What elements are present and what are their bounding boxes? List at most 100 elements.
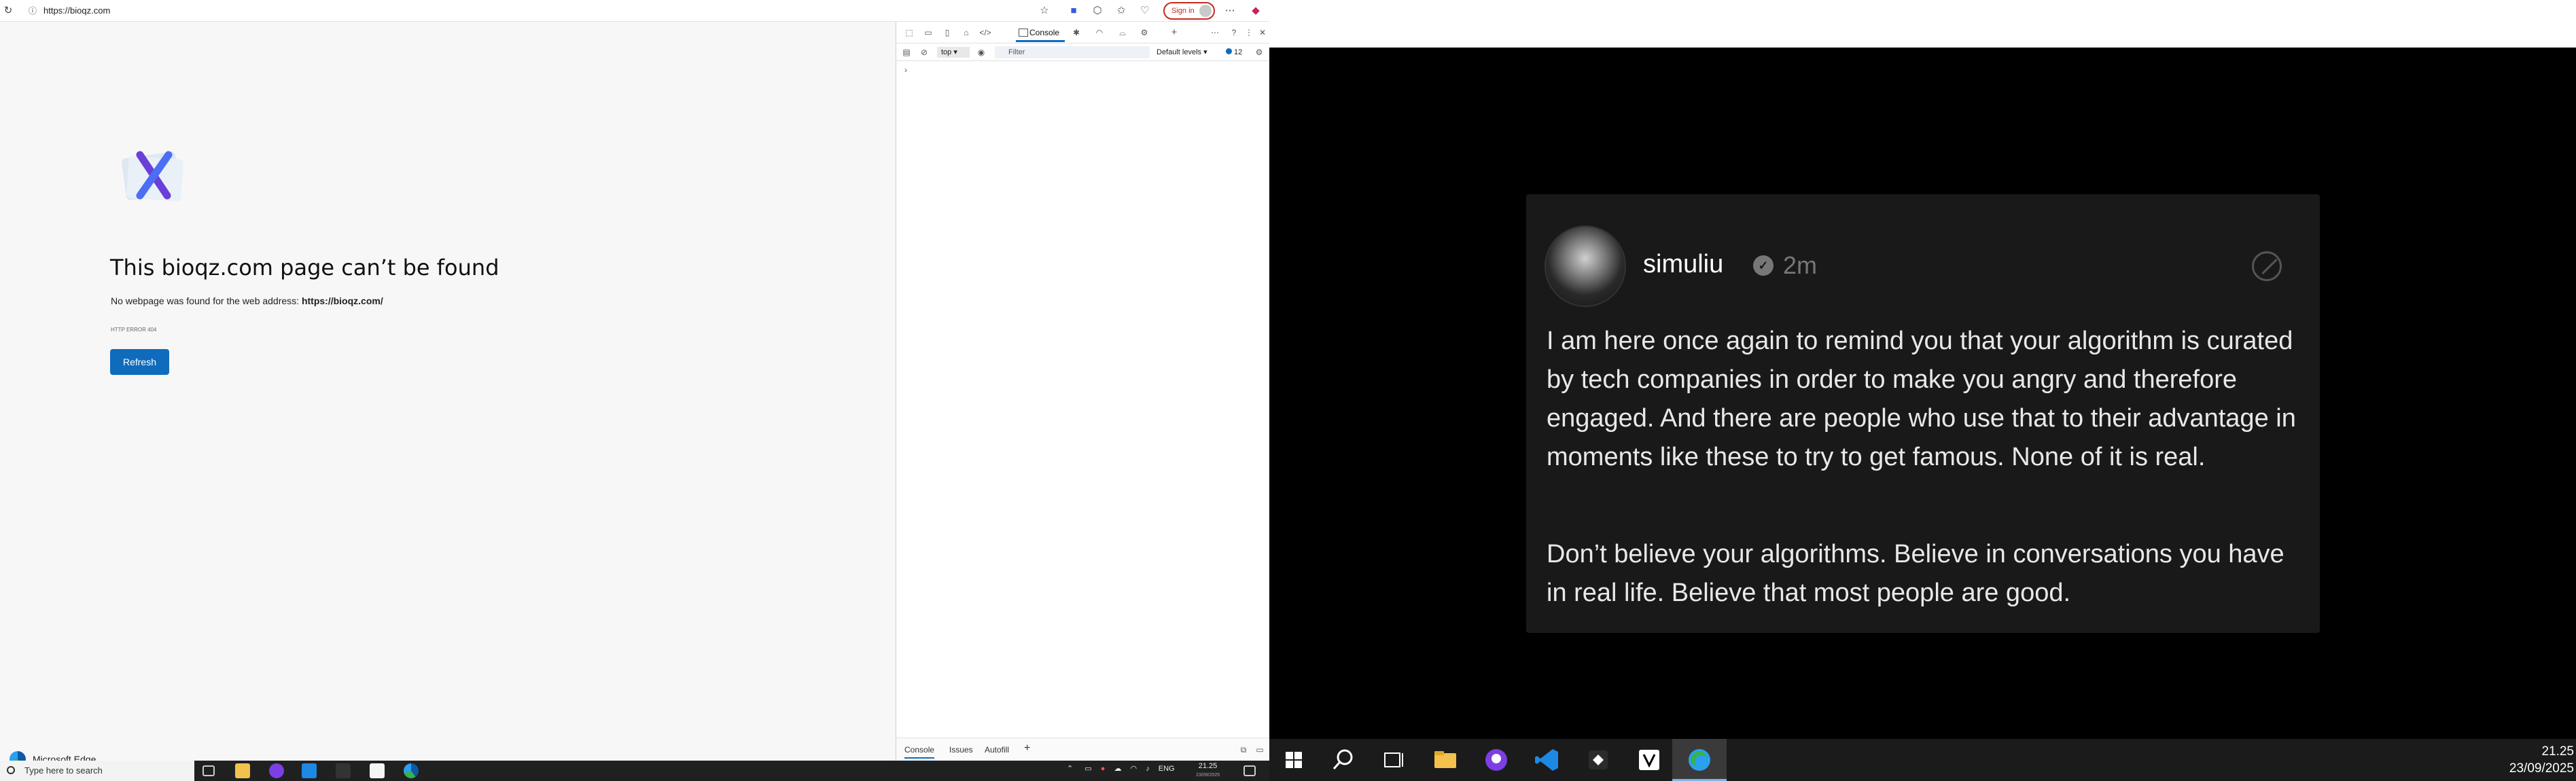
context-value: top [941, 48, 952, 56]
right-monitor: simuliu ✓ 2m I am here once again to rem… [1269, 0, 2576, 781]
vscode-icon[interactable] [302, 763, 317, 778]
avatar[interactable] [1545, 225, 1626, 307]
error-page: This bioqz.com page can’t be found No we… [0, 22, 896, 767]
inspect-icon[interactable]: ⬚ [903, 27, 915, 38]
chevron-down-icon: ▾ [953, 48, 957, 56]
taskbar-clock[interactable]: 21.25 23/09/2025 [2499, 743, 2574, 777]
drawer-close-icon[interactable]: ▭ [1254, 744, 1266, 755]
url-input[interactable]: https://bioqz.com [43, 5, 110, 16]
extensions-puzzle-icon[interactable]: ⬡ [1091, 4, 1104, 18]
social-post: simuliu ✓ 2m I am here once again to rem… [1526, 194, 2320, 633]
context-select[interactable]: top ▾ [937, 47, 970, 58]
settings-gear-icon[interactable]: ⚙ [1138, 27, 1150, 38]
sidebar-toggle-icon[interactable]: ▤ [900, 47, 913, 58]
refresh-button[interactable]: Refresh [110, 349, 169, 375]
post-paragraph: I am here once again to remind you that … [1547, 327, 2296, 471]
page-info-icon[interactable]: ⓘ [26, 4, 39, 18]
taskbar-search-box[interactable]: Type here to search [0, 761, 194, 781]
sign-in-label: Sign in [1171, 7, 1195, 15]
log-levels-dropdown[interactable]: Default levels ▾ [1157, 47, 1207, 58]
add-tab-icon[interactable]: + [1168, 27, 1180, 38]
live-expression-eye-icon[interactable]: ◉ [975, 47, 987, 58]
devtools-tab-strip: ⬚ ▭ ▯ ⌂ </> Console ✱ ◠ ⌓ ⚙ + ⋯ ? ⋮ ✕ [896, 22, 1269, 43]
elements-tab-icon[interactable]: </> [979, 27, 991, 38]
dock-icon[interactable]: ▯ [941, 27, 953, 38]
cloud-icon[interactable]: ☁ [1114, 765, 1121, 773]
clear-console-icon[interactable]: ⊘ [918, 47, 930, 58]
taskbar-search-placeholder: Type here to search [24, 765, 103, 776]
battery-icon[interactable]: ▭ [1084, 765, 1091, 773]
copilot-icon[interactable]: ◆ [1249, 4, 1263, 18]
sign-in-button[interactable]: Sign in [1163, 2, 1215, 20]
console-toolbar: ▤ ⊘ top ▾ ◉ Filter Default levels ▾ 12 ⚙ [896, 43, 1269, 61]
refresh-icon[interactable]: ↻ [1, 4, 15, 18]
edge-taskbar-icon[interactable] [1686, 746, 1713, 774]
edit-slash-icon [2252, 251, 2282, 281]
chevron-up-icon[interactable]: ⌃ [1067, 765, 1073, 773]
chevron-down-icon: ▾ [1203, 48, 1207, 56]
file-explorer-icon[interactable] [1432, 746, 1459, 774]
notification-icon[interactable] [1243, 765, 1256, 776]
left-taskbar: Type here to search ⌃ ▭ ● ☁ ◠ ♪ ENG 21.2… [0, 761, 1269, 781]
tab-console[interactable]: Console [1016, 26, 1065, 42]
console-prompt[interactable]: › [904, 65, 907, 75]
verified-badge-icon: ✓ [1753, 255, 1774, 276]
volume-icon[interactable]: ♪ [1146, 765, 1150, 773]
edge-taskbar-icon[interactable] [404, 763, 419, 778]
top-white-band [1269, 0, 2576, 48]
task-view-icon[interactable] [202, 765, 215, 776]
file-explorer-icon[interactable] [235, 763, 250, 778]
broken-page-icon [121, 151, 183, 202]
left-monitor: ↻ ⓘ https://bioqz.com ☆ ■ ⬡ ✩ ♡ Sign in … [0, 0, 1269, 781]
error-code: HTTP ERROR 404 [111, 327, 157, 333]
devtools-panel: ⬚ ▭ ▯ ⌂ </> Console ✱ ◠ ⌓ ⚙ + ⋯ ? ⋮ ✕ ▤ … [896, 22, 1269, 761]
language-indicator[interactable]: ENG [1159, 765, 1175, 773]
welcome-home-icon[interactable]: ⌂ [960, 27, 972, 38]
notion-icon[interactable] [1636, 746, 1663, 774]
clock-time: 21.25 [2541, 744, 2574, 759]
task-view-icon[interactable] [1381, 746, 1408, 774]
more-menu-icon[interactable]: ⋯ [1223, 4, 1237, 18]
drawer-tab-autofill[interactable]: Autofill [985, 745, 1009, 755]
favorite-star-icon[interactable]: ☆ [1038, 4, 1051, 18]
taskbar-clock[interactable]: 21.25 23/09/2025 [1196, 762, 1220, 780]
vscode-icon[interactable] [1534, 746, 1561, 774]
sources-bug-icon[interactable]: ✱ [1070, 27, 1082, 38]
search-icon[interactable] [1330, 746, 1357, 774]
post-username[interactable]: simuliu [1643, 250, 1723, 279]
profile-avatar-icon [1199, 5, 1212, 17]
console-settings-icon[interactable]: ⚙ [1253, 47, 1265, 58]
device-emulation-icon[interactable]: ▭ [922, 27, 934, 38]
windows-start-icon[interactable] [1280, 746, 1307, 774]
clock-date: 23/09/2025 [1196, 773, 1220, 778]
help-icon[interactable]: ? [1228, 27, 1240, 38]
performance-icon[interactable]: ⌓ [1116, 27, 1129, 38]
clock-time: 21.25 [1198, 762, 1218, 770]
app-icon[interactable] [1585, 746, 1612, 774]
drawer-add-tab-button[interactable]: + [1024, 742, 1030, 755]
more-tools-icon[interactable]: ⋯ [1209, 27, 1221, 38]
right-taskbar: 21.25 23/09/2025 [1269, 739, 2576, 781]
message-count-badge[interactable]: 12 [1226, 47, 1242, 58]
network-wifi-icon[interactable]: ◠ [1093, 27, 1106, 38]
extension-icon[interactable]: ■ [1067, 4, 1080, 18]
system-tray: ⌃ ▭ ● ☁ ◠ ♪ ENG [1067, 764, 1175, 773]
github-desktop-icon[interactable] [269, 763, 284, 778]
close-devtools-icon[interactable]: ✕ [1256, 27, 1269, 38]
drawer-tab-issues[interactable]: Issues [949, 745, 973, 755]
browser-essentials-icon[interactable]: ♡ [1138, 4, 1152, 18]
console-filter-input[interactable]: Filter [995, 46, 1150, 58]
wifi-icon[interactable]: ◠ [1131, 765, 1137, 773]
drawer-tab-console[interactable]: Console [904, 745, 935, 759]
error-address: https://bioqz.com/ [301, 295, 383, 306]
drawer-dock-icon[interactable]: ⧉ [1237, 744, 1250, 755]
network-icon[interactable]: ● [1101, 765, 1106, 773]
error-title: This bioqz.com page can’t be found [110, 255, 499, 280]
more-options-icon[interactable]: ⋮ [1243, 27, 1255, 38]
notion-icon[interactable] [370, 763, 385, 778]
log-levels-label: Default levels [1157, 48, 1202, 56]
clock-date: 23/09/2025 [2509, 761, 2574, 776]
github-desktop-icon[interactable] [1483, 746, 1510, 774]
app-icon[interactable] [336, 763, 351, 778]
favorites-icon[interactable]: ✩ [1114, 4, 1128, 18]
